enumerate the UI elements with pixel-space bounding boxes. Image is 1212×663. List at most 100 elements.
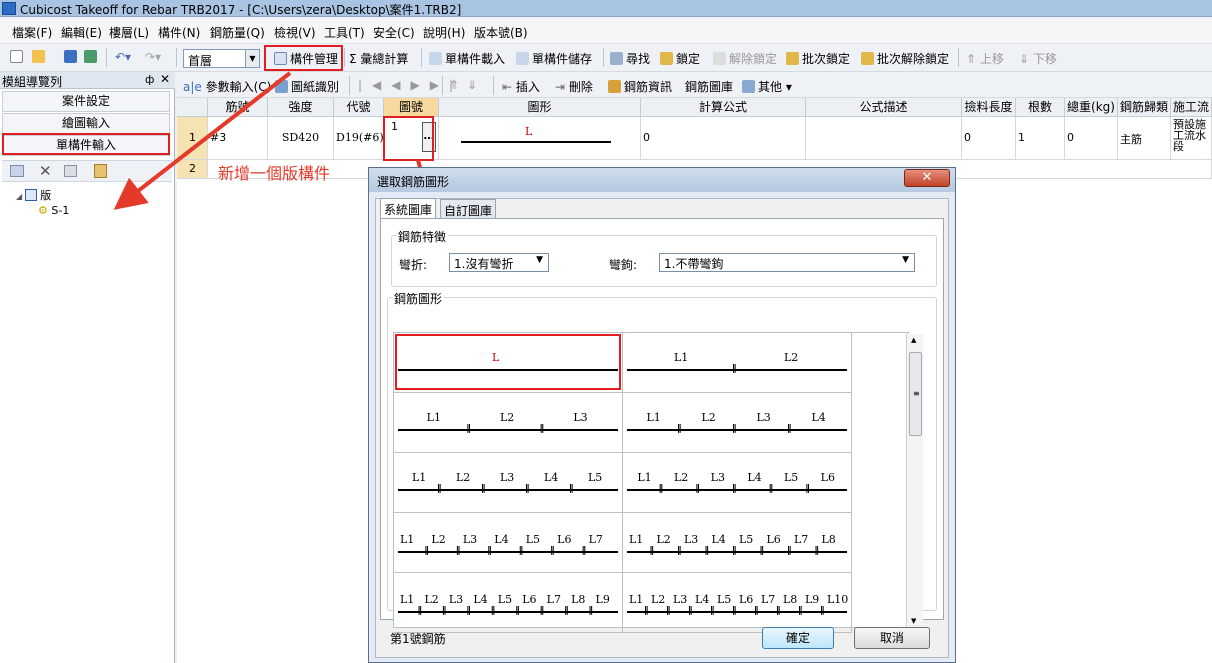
lap-splice-mark: ∥ <box>695 484 699 494</box>
segment-label: L2 <box>424 593 439 606</box>
lap-splice-mark: ∥ <box>732 364 736 374</box>
lap-splice-mark: ∥ <box>569 484 573 494</box>
lap-splice-mark: ∥ <box>649 546 654 556</box>
segment-label: L8 <box>571 593 586 606</box>
shape-library-grid: L L1 ∥ L2 L1 ∥ L2 ∥ L3 L1 ∥ L2 ∥ L3 ∥ L4 L1 ∥ L2 ∥ L3 ∥ L4 ∥ L5 L… <box>393 332 923 633</box>
lap-splice-mark: ∥ <box>732 424 736 434</box>
segment-label: L4 <box>811 411 826 424</box>
shape-option[interactable]: L1 ∥ L2 ∥ L3 ∥ L4 ∥ L5 ∥ L6 ∥ L7 ∥ L8 <box>623 513 852 573</box>
segment-label: L2 <box>500 411 515 424</box>
highlight-selected-shape <box>395 334 621 390</box>
segment-label: L1 <box>674 351 689 364</box>
lap-splice-mark: ∥ <box>515 606 519 616</box>
shape-option[interactable]: L1 ∥ L2 ∥ L3 ∥ L4 ∥ L5 ∥ L6 ∥ L7 <box>394 513 623 573</box>
lap-splice-mark: ∥ <box>466 424 470 434</box>
lap-splice-mark: ∥ <box>732 606 736 616</box>
rebar-line <box>398 611 618 613</box>
shape-option[interactable]: L1 ∥ L2 ∥ L3 ∥ L4 ∥ L5 <box>394 453 623 513</box>
shape-option[interactable]: L1 ∥ L2 ∥ L3 ∥ L4 ∥ L5 ∥ L6 ∥ L7 ∥ L8 ∥ L9 <box>394 573 623 633</box>
shape-option[interactable]: L <box>394 333 623 393</box>
segment-label: L5 <box>717 593 732 606</box>
lap-splice-mark: ∥ <box>658 484 663 494</box>
segment-label: L3 <box>462 533 478 546</box>
segment-label: L2 <box>674 471 689 484</box>
segment-label: L7 <box>794 533 809 546</box>
segment-label: L1 <box>400 533 415 546</box>
segment-label: L10 <box>827 593 849 606</box>
segment-label: L7 <box>588 533 603 546</box>
segment-label: L4 <box>695 593 710 606</box>
vertical-scrollbar[interactable]: ▲ ≡ ▼ <box>906 334 923 628</box>
segment-label: L8 <box>821 533 836 546</box>
scroll-thumb[interactable]: ≡ <box>909 352 922 436</box>
status-text: 第1號鋼筋 <box>390 632 446 646</box>
lap-splice-mark: ∥ <box>814 546 819 556</box>
segment-label: L2 <box>784 351 799 364</box>
shape-option[interactable]: L1 ∥ L2 ∥ L3 <box>394 393 623 453</box>
lap-splice-mark: ∥ <box>481 484 485 494</box>
segment-label: L9 <box>805 593 820 606</box>
arrow-to-tree <box>113 71 292 210</box>
segment-label: L5 <box>784 471 799 484</box>
dialog-body: 系統圖庫 自訂圖庫 鋼筋特徵 彎折: 1.沒有彎折 ▼ 彎鉤: 1.不帶彎鉤 ▼ 鋼… <box>375 198 949 658</box>
segment-label: L3 <box>684 533 699 546</box>
lap-splice-mark: ∥ <box>424 546 428 556</box>
rebar-line <box>398 429 618 431</box>
segment-label: L5 <box>739 533 754 546</box>
close-icon[interactable]: ✕ <box>904 169 950 187</box>
lap-splice-mark: ∥ <box>564 606 568 616</box>
segment-label: L3 <box>673 593 688 606</box>
shapes-label: 鋼筋圖形 <box>392 290 445 307</box>
lap-splice-mark: ∥ <box>487 546 491 556</box>
lap-splice-mark: ∥ <box>666 606 670 616</box>
shape-option[interactable]: L1 ∥ L2 ∥ L3 ∥ L4 ∥ L5 ∥ L6 ∥ L7 ∥ L8 ∥ L9 ∥ L10 <box>623 573 852 633</box>
segment-label: L1 <box>629 533 644 546</box>
segment-label: L2 <box>456 471 471 484</box>
hook-select[interactable]: 1.不帶彎鉤 ▼ <box>659 253 915 272</box>
lap-splice-mark: ∥ <box>798 606 802 616</box>
rebar-line <box>627 429 847 431</box>
lap-splice-mark: ∥ <box>754 606 758 616</box>
shape-option[interactable]: L1 ∥ L2 ∥ L3 ∥ L4 ∥ L5 ∥ L6 <box>623 453 852 513</box>
ok-button[interactable]: 確定 <box>762 627 834 649</box>
lap-splice-mark: ∥ <box>768 484 773 494</box>
lap-splice-mark: ∥ <box>539 424 544 434</box>
shape-option[interactable]: L1 ∥ L2 <box>623 333 852 393</box>
segment-label: L4 <box>494 533 509 546</box>
segment-label: L1 <box>646 411 661 424</box>
segment-label: L3 <box>448 593 464 606</box>
segment-label: L6 <box>522 593 537 606</box>
segment-label: L5 <box>588 471 603 484</box>
rebar-line <box>627 611 847 613</box>
segment-label: L2 <box>431 533 446 546</box>
lap-splice-mark: ∥ <box>588 606 593 616</box>
lap-splice-mark: ∥ <box>688 606 692 616</box>
cancel-button[interactable]: 取消 <box>854 627 930 649</box>
segment-label: L6 <box>766 533 781 546</box>
segment-label: L1 <box>629 593 644 606</box>
lap-splice-mark: ∥ <box>732 484 736 494</box>
rebar-line <box>398 489 618 491</box>
segment-label: L4 <box>473 593 488 606</box>
bend-select[interactable]: 1.沒有彎折 ▼ <box>449 253 549 272</box>
tab-system-library[interactable]: 系統圖庫 <box>380 198 437 219</box>
segment-label: L8 <box>783 593 798 606</box>
dialog-title: 選取鋼筋圖形 <box>377 175 450 189</box>
tab-panel: 鋼筋特徵 彎折: 1.沒有彎折 ▼ 彎鉤: 1.不帶彎鉤 ▼ 鋼筋圖形 L L1 ∥ L2… <box>380 218 944 633</box>
segment-label: L2 <box>701 411 716 424</box>
segment-label: L4 <box>711 533 726 546</box>
scroll-down-icon[interactable]: ▼ <box>911 617 916 625</box>
segment-label: L2 <box>656 533 671 546</box>
lap-splice-mark: ∥ <box>441 606 446 616</box>
lap-splice-mark: ∥ <box>455 546 460 556</box>
segment-label: L6 <box>820 471 835 484</box>
tab-custom-library[interactable]: 自訂圖庫 <box>440 199 497 218</box>
segment-label: L1 <box>426 411 441 424</box>
shape-option[interactable]: L1 ∥ L2 ∥ L3 ∥ L4 <box>623 393 852 453</box>
segment-label: L9 <box>595 593 610 606</box>
rebar-line <box>627 369 847 371</box>
scroll-up-icon[interactable]: ▲ <box>911 336 916 344</box>
lap-splice-mark: ∥ <box>581 546 586 556</box>
chevron-down-icon: ▼ <box>902 255 909 265</box>
lap-splice-mark: ∥ <box>677 424 681 434</box>
